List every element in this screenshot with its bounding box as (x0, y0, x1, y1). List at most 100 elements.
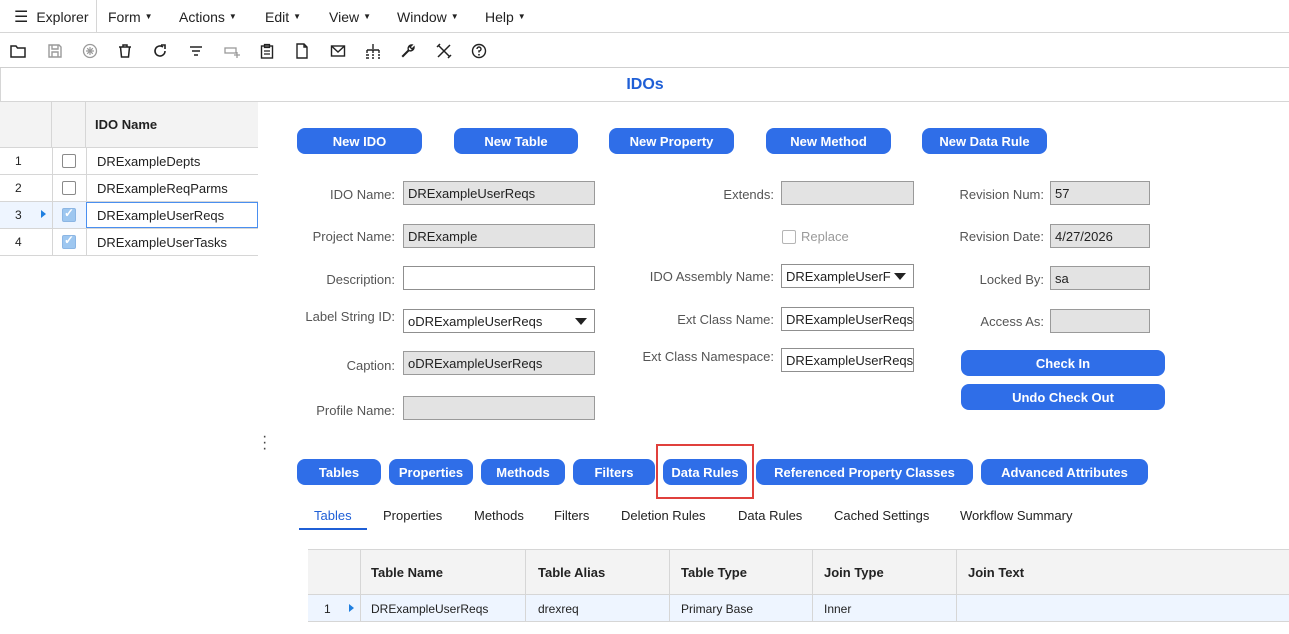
ido-name-field[interactable]: DRExampleUserReqs (403, 181, 595, 205)
cell-divider (52, 229, 53, 255)
join-text-header[interactable]: Join Text (968, 565, 1024, 580)
locked-by-field[interactable]: sa (1050, 266, 1150, 290)
new-data-rule-button[interactable]: New Data Rule (922, 128, 1047, 154)
column-divider (360, 550, 361, 596)
clipboard-icon[interactable] (257, 41, 277, 61)
menu-form[interactable]: Form ▼ (108, 0, 153, 33)
revision-date-field[interactable]: 4/27/2026 (1050, 224, 1150, 248)
tab-filters[interactable]: Filters (554, 508, 589, 523)
profile-name-field[interactable] (403, 396, 595, 420)
join-type-header[interactable]: Join Type (824, 565, 884, 580)
table-row[interactable]: 1 DRExampleUserReqs drexreq Primary Base… (308, 595, 1289, 622)
column-divider (669, 550, 670, 596)
highlight-box (656, 444, 754, 499)
extends-field[interactable] (781, 181, 914, 205)
filter-icon[interactable] (186, 41, 206, 61)
mail-icon[interactable] (328, 41, 348, 61)
table-type-header[interactable]: Table Type (681, 565, 747, 580)
menu-window[interactable]: Window ▼ (397, 0, 459, 33)
referenced-property-classes-button[interactable]: Referenced Property Classes (756, 459, 973, 485)
filter-in-place-icon[interactable] (222, 41, 242, 61)
row-number: 2 (15, 181, 22, 195)
table-alias-header[interactable]: Table Alias (538, 565, 605, 580)
table-row-selected[interactable]: 3 DRExampleUserReqs (0, 202, 258, 229)
ido-name-cell[interactable]: DRExampleUserTasks (86, 229, 258, 255)
hierarchy-icon[interactable] (363, 41, 383, 61)
properties-button[interactable]: Properties (389, 459, 473, 485)
cell-divider (525, 595, 526, 621)
menu-actions[interactable]: Actions ▼ (179, 0, 237, 33)
ido-list-header: IDO Name (0, 102, 258, 148)
tools-icon[interactable] (434, 41, 454, 61)
ido-assembly-name-dropdown[interactable]: DRExampleUserF (781, 264, 914, 288)
table-name-header[interactable]: Table Name (371, 565, 443, 580)
description-field[interactable] (403, 266, 595, 290)
tab-tables[interactable]: Tables (314, 508, 352, 523)
ido-name-cell[interactable]: DRExampleDepts (86, 148, 258, 174)
delete-icon[interactable] (115, 41, 135, 61)
tab-cached-settings[interactable]: Cached Settings (834, 508, 929, 523)
ext-class-namespace-field[interactable]: DRExampleUserReqs (781, 348, 914, 372)
caption-label: Caption: (346, 358, 395, 373)
new-property-button[interactable]: New Property (609, 128, 734, 154)
caret-down-icon: ▼ (144, 12, 153, 21)
table-alias-cell[interactable]: drexreq (538, 602, 579, 616)
new-method-button[interactable]: New Method (766, 128, 891, 154)
tab-workflow-summary[interactable]: Workflow Summary (960, 508, 1072, 523)
tab-deletion-rules[interactable]: Deletion Rules (621, 508, 706, 523)
ido-name-cell[interactable]: DRExampleReqParms (86, 175, 258, 201)
help-icon[interactable] (469, 41, 489, 61)
project-name-field[interactable]: DRExample (403, 224, 595, 248)
row-checkbox[interactable] (62, 181, 76, 195)
menu-view[interactable]: View ▼ (329, 0, 371, 33)
wrench-icon[interactable] (398, 41, 418, 61)
table-row[interactable]: 1 DRExampleDepts (0, 148, 258, 175)
undo-check-out-button[interactable]: Undo Check Out (961, 384, 1165, 410)
filters-button[interactable]: Filters (573, 459, 655, 485)
advanced-attributes-button[interactable]: Advanced Attributes (981, 459, 1148, 485)
dropdown-arrow-icon[interactable] (894, 273, 906, 280)
tab-properties[interactable]: Properties (383, 508, 442, 523)
row-number-header (0, 102, 52, 148)
new-record-icon[interactable] (80, 41, 100, 61)
ext-class-name-field[interactable]: DRExampleUserReqs (781, 307, 914, 331)
document-icon[interactable] (292, 41, 312, 61)
ido-name-cell[interactable]: DRExampleUserReqs (86, 202, 258, 228)
tables-button[interactable]: Tables (297, 459, 381, 485)
ido-assembly-name-label: IDO Assembly Name: (649, 269, 774, 284)
access-as-field[interactable] (1050, 309, 1150, 333)
hamburger-icon: ☰ (14, 8, 29, 26)
refresh-icon[interactable] (150, 41, 170, 61)
caption-field[interactable]: oDRExampleUserReqs (403, 351, 595, 375)
project-name-label: Project Name: (312, 229, 395, 244)
join-type-cell[interactable]: Inner (824, 602, 851, 616)
tab-methods[interactable]: Methods (474, 508, 524, 523)
dropdown-arrow-icon[interactable] (575, 318, 587, 325)
row-checkbox[interactable] (62, 206, 76, 222)
row-checkbox[interactable] (62, 233, 76, 249)
column-divider (525, 550, 526, 596)
revision-date-label: Revision Date: (959, 229, 1044, 244)
check-in-button[interactable]: Check In (961, 350, 1165, 376)
replace-checkbox[interactable] (782, 230, 796, 244)
splitter-handle-icon[interactable]: · · · (262, 429, 267, 457)
table-name-cell[interactable]: DRExampleUserReqs (371, 602, 488, 616)
new-table-button[interactable]: New Table (454, 128, 578, 154)
explorer-button[interactable]: ☰ Explorer (0, 0, 97, 33)
label-string-id-dropdown[interactable]: oDRExampleUserReqs (403, 309, 595, 333)
methods-button[interactable]: Methods (481, 459, 565, 485)
ido-name-header[interactable]: IDO Name (95, 117, 157, 132)
row-number: 4 (15, 235, 22, 249)
revision-num-field[interactable]: 57 (1050, 181, 1150, 205)
table-row[interactable]: 2 DRExampleReqParms (0, 175, 258, 202)
save-icon[interactable] (45, 41, 65, 61)
tab-data-rules[interactable]: Data Rules (738, 508, 802, 523)
menu-help[interactable]: Help ▼ (485, 0, 526, 33)
menu-edit[interactable]: Edit ▼ (265, 0, 301, 33)
table-row[interactable]: 4 DRExampleUserTasks (0, 229, 258, 256)
row-checkbox[interactable] (62, 154, 76, 168)
new-ido-button[interactable]: New IDO (297, 128, 422, 154)
open-icon[interactable] (8, 41, 28, 61)
ext-class-name-label: Ext Class Name: (677, 312, 774, 327)
table-type-cell[interactable]: Primary Base (681, 602, 753, 616)
